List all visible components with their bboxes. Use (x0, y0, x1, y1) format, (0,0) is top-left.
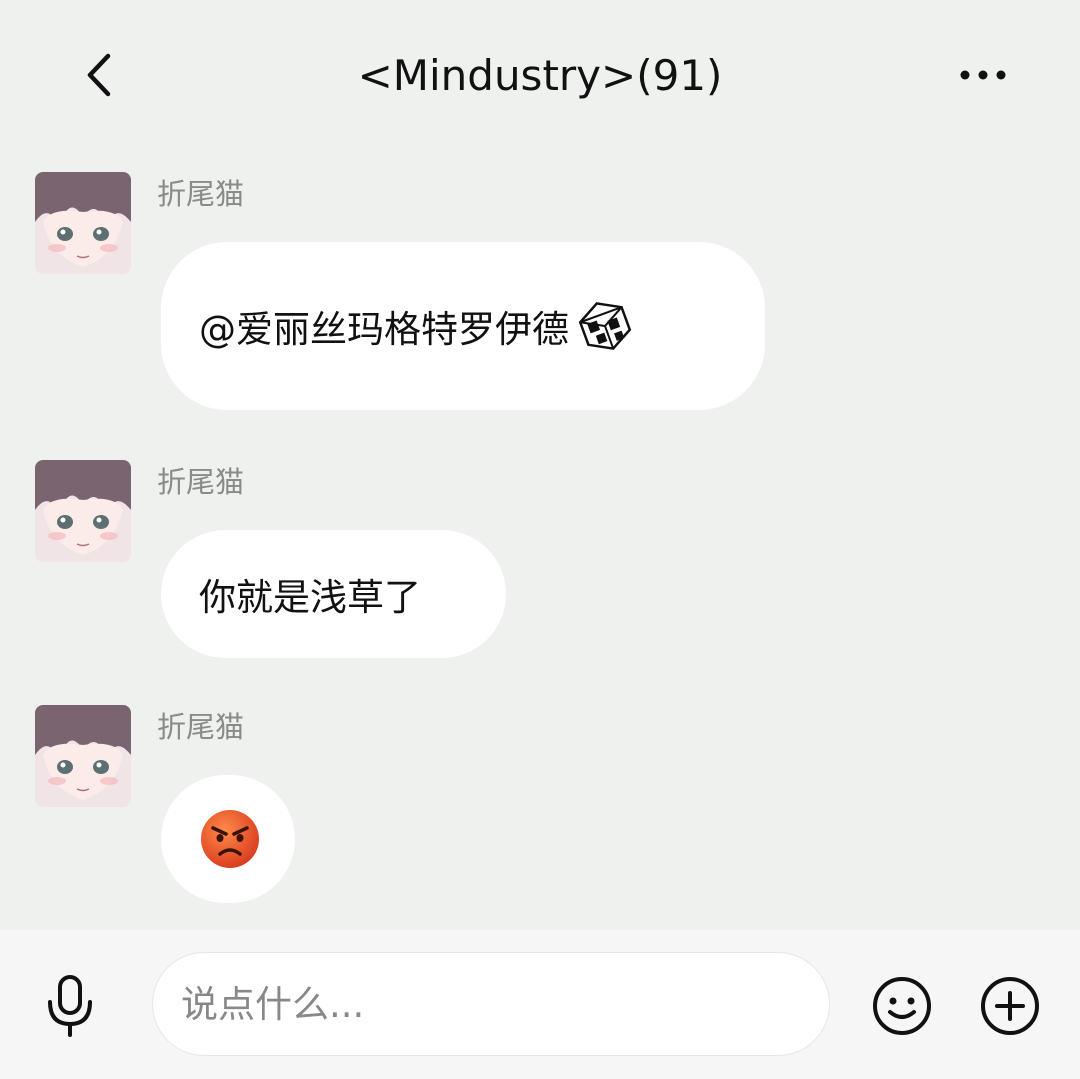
more-actions-button[interactable] (978, 974, 1042, 1038)
chat-input-bar (0, 930, 1080, 1079)
more-options-button[interactable] (945, 45, 1021, 105)
smiley-icon (873, 977, 931, 1035)
message-text: @爱丽丝玛格特罗伊德 (199, 308, 569, 351)
chat-header: <Mindustry>(91) (0, 0, 1080, 150)
voice-input-button[interactable] (38, 970, 102, 1042)
avatar[interactable] (35, 172, 131, 274)
sender-name: 折尾猫 (157, 710, 245, 744)
message-bubble[interactable]: 你就是浅草了 (161, 530, 506, 658)
chevron-left-icon (87, 53, 111, 97)
message-text: 你就是浅草了 (199, 576, 421, 619)
sender-name: 折尾猫 (157, 465, 245, 499)
chat-title: <Mindustry>(91) (357, 51, 723, 100)
message-bubble[interactable]: @爱丽丝玛格特罗伊德 (161, 242, 765, 410)
cube-emoji-icon (578, 302, 632, 350)
avatar[interactable] (35, 705, 131, 807)
message-bubble[interactable] (161, 775, 295, 903)
message-item: 折尾猫 你就是浅草了 (0, 460, 1080, 660)
message-item: 折尾猫 (0, 705, 1080, 905)
microphone-icon (48, 975, 92, 1037)
back-button[interactable] (70, 45, 130, 105)
avatar-image (35, 705, 131, 807)
angry-face-emoji-icon (201, 810, 259, 868)
avatar-image (35, 172, 131, 274)
avatar[interactable] (35, 460, 131, 562)
message-input[interactable] (152, 952, 830, 1056)
avatar-image (35, 460, 131, 562)
more-horizontal-icon (960, 70, 1006, 80)
plus-circle-icon (981, 977, 1039, 1035)
sender-name: 折尾猫 (157, 177, 245, 211)
emoji-button[interactable] (870, 974, 934, 1038)
message-item: 折尾猫 @爱丽丝玛格特罗伊德 (0, 172, 1080, 422)
